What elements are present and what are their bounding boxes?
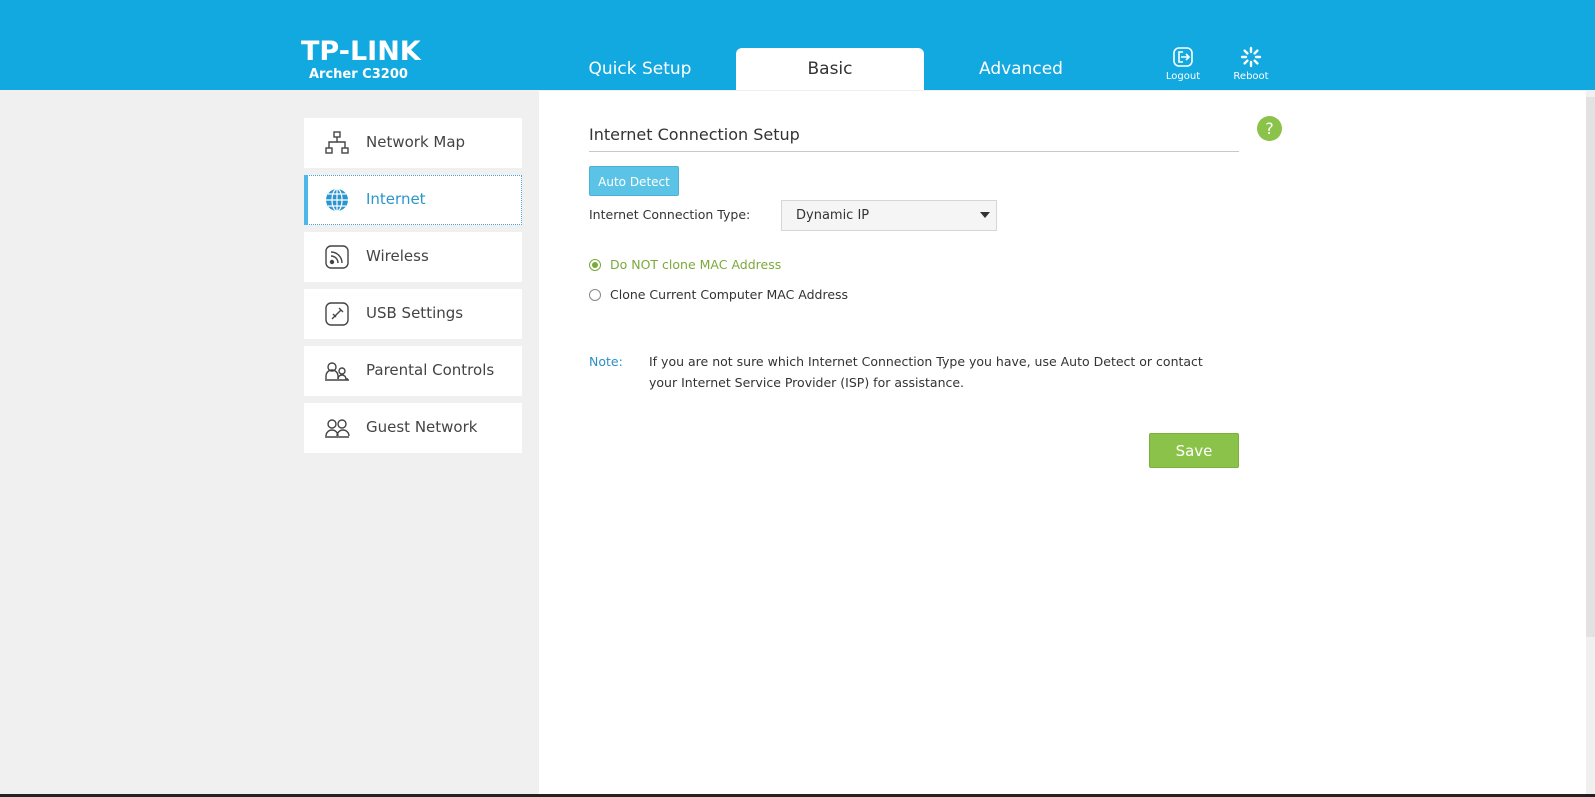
wireless-icon bbox=[324, 245, 350, 269]
radio-button[interactable] bbox=[589, 288, 601, 301]
connection-type-select[interactable]: Dynamic IP bbox=[781, 200, 997, 231]
scrollbar[interactable] bbox=[1586, 97, 1595, 637]
main-content-panel bbox=[539, 91, 1586, 797]
page-title: Internet Connection Setup bbox=[589, 125, 800, 144]
sidebar-nav: Network Map Internet Wireless USB Settin… bbox=[304, 118, 522, 460]
sidebar-item-wireless[interactable]: Wireless bbox=[304, 232, 522, 282]
sidebar-item-label: Internet bbox=[366, 190, 426, 208]
tab-basic[interactable]: Basic bbox=[736, 48, 924, 90]
logout-button[interactable]: Logout bbox=[1153, 46, 1213, 82]
radio-button-checked[interactable] bbox=[589, 258, 601, 271]
logo-text: TP-LINK bbox=[301, 36, 421, 67]
radio-clone-current-mac[interactable]: Clone Current Computer MAC Address bbox=[589, 287, 848, 302]
chevron-down-icon bbox=[980, 212, 990, 218]
connection-type-label: Internet Connection Type: bbox=[589, 207, 751, 222]
radio-label: Clone Current Computer MAC Address bbox=[610, 287, 849, 302]
sidebar-item-label: USB Settings bbox=[366, 304, 464, 322]
note-text: If you are not sure which Internet Conne… bbox=[649, 354, 1203, 390]
sidebar-item-parental-controls[interactable]: Parental Controls bbox=[304, 346, 522, 396]
title-divider bbox=[589, 151, 1239, 152]
help-icon[interactable]: ? bbox=[1257, 116, 1282, 141]
sidebar-item-label: Guest Network bbox=[366, 418, 478, 436]
reboot-button[interactable]: Reboot bbox=[1221, 46, 1281, 82]
sidebar-item-internet[interactable]: Internet bbox=[304, 175, 522, 225]
tp-link-logo: TP-LINK Archer C3200 bbox=[301, 36, 421, 83]
network-map-icon bbox=[324, 131, 350, 155]
note-label: Note: bbox=[589, 354, 623, 369]
sidebar-item-guest-network[interactable]: Guest Network bbox=[304, 403, 522, 453]
top-header: TP-LINK Archer C3200 Quick Setup Basic A… bbox=[0, 0, 1595, 90]
reboot-icon bbox=[1221, 46, 1281, 68]
save-button[interactable]: Save bbox=[1149, 433, 1239, 468]
logout-label: Logout bbox=[1165, 71, 1201, 82]
model-name: Archer C3200 bbox=[309, 67, 408, 82]
sidebar-item-usb-settings[interactable]: USB Settings bbox=[304, 289, 522, 339]
logout-icon bbox=[1153, 46, 1213, 68]
radio-do-not-clone-mac[interactable]: Do NOT clone MAC Address bbox=[589, 257, 781, 272]
auto-detect-button[interactable]: Auto Detect bbox=[589, 166, 679, 196]
tab-quick-setup[interactable]: Quick Setup bbox=[546, 48, 734, 90]
sidebar-item-label: Wireless bbox=[366, 247, 429, 265]
sidebar-item-network-map[interactable]: Network Map bbox=[304, 118, 522, 168]
guest-network-icon bbox=[324, 416, 350, 440]
sidebar-item-label: Parental Controls bbox=[366, 361, 495, 379]
globe-icon bbox=[324, 188, 350, 212]
radio-label: Do NOT clone MAC Address bbox=[610, 257, 782, 272]
usb-icon bbox=[324, 302, 350, 326]
connection-type-value: Dynamic IP bbox=[796, 208, 870, 223]
reboot-label: Reboot bbox=[1233, 71, 1269, 82]
sidebar-item-label: Network Map bbox=[366, 133, 466, 151]
tab-advanced[interactable]: Advanced bbox=[927, 48, 1115, 90]
parental-controls-icon bbox=[324, 359, 350, 383]
